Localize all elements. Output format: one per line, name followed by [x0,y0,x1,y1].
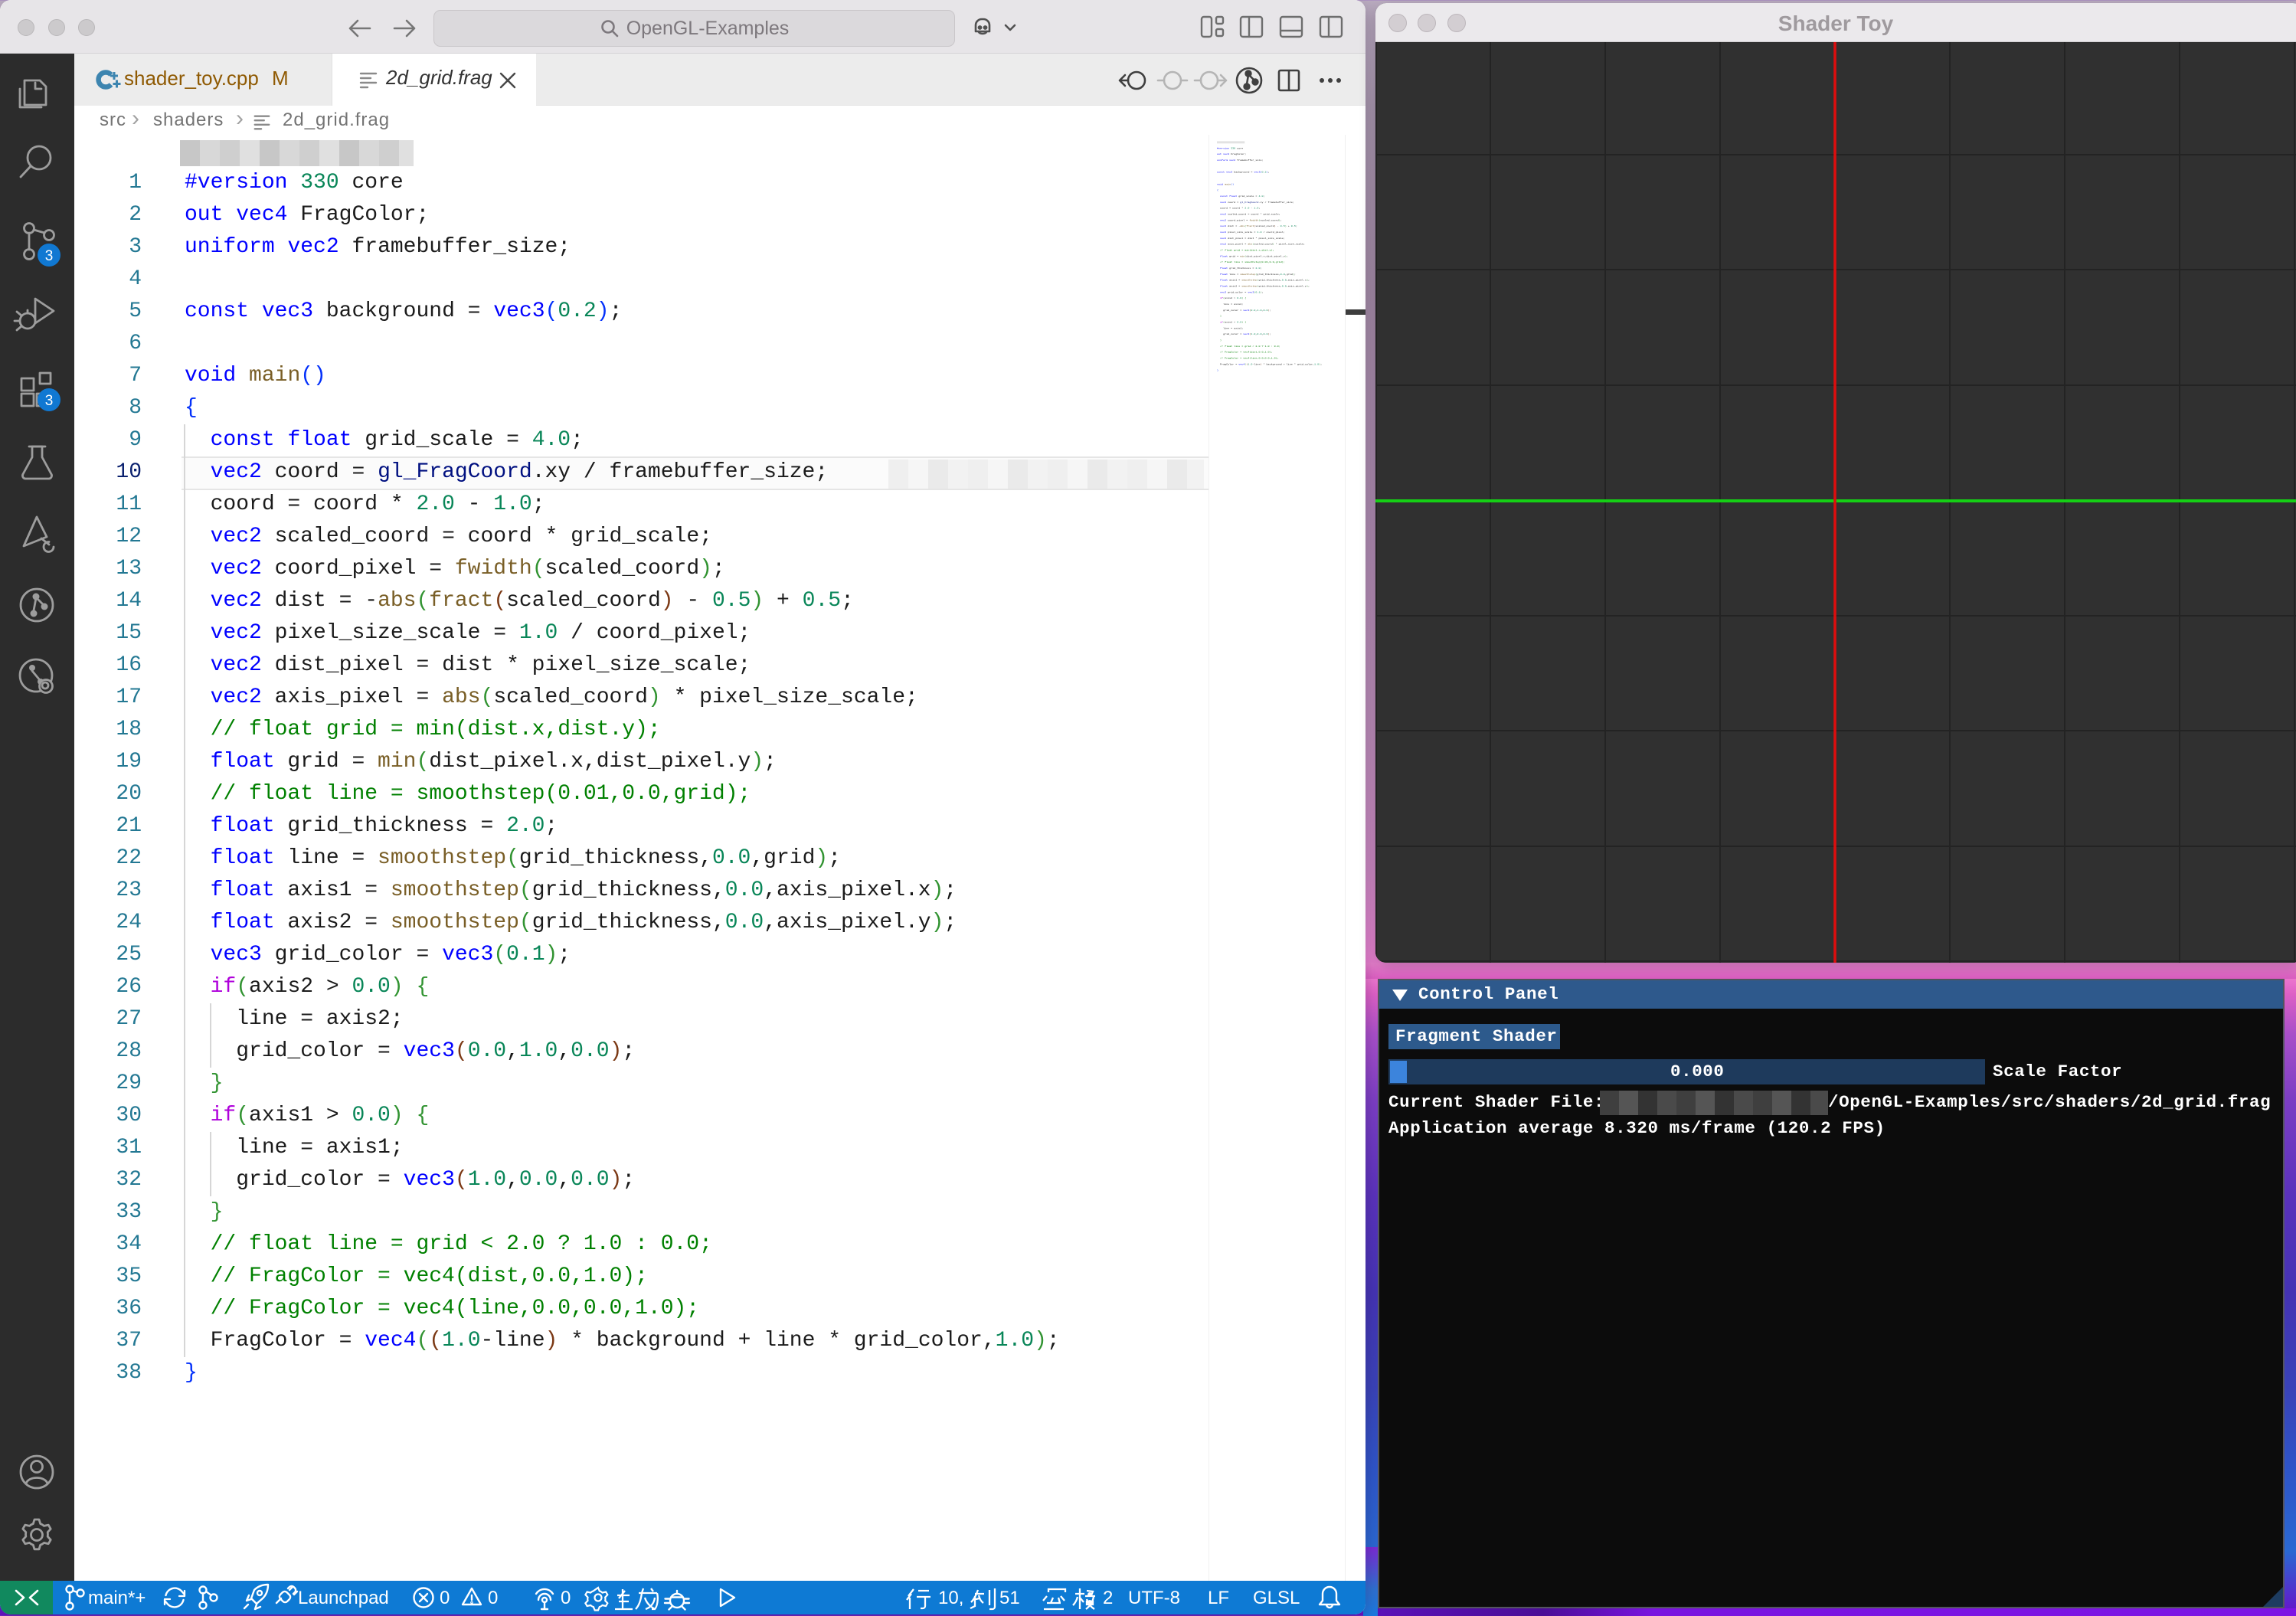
svg-text:0: 0 [440,1588,450,1608]
svg-text:GLSL: GLSL [1253,1588,1300,1608]
svg-text:LF: LF [1208,1588,1229,1608]
svg-text:10,: 10, [938,1588,963,1608]
svg-text:3: 3 [45,248,54,264]
svg-text:2: 2 [1103,1588,1113,1608]
svg-text:0: 0 [561,1588,571,1608]
svg-text:Launchpad: Launchpad [298,1588,389,1608]
svg-text:3: 3 [45,393,54,409]
svg-text:UTF-8: UTF-8 [1128,1588,1180,1608]
svg-text:51: 51 [999,1588,1020,1608]
svg-text:0: 0 [488,1588,498,1608]
svg-text:main*+: main*+ [88,1588,146,1608]
